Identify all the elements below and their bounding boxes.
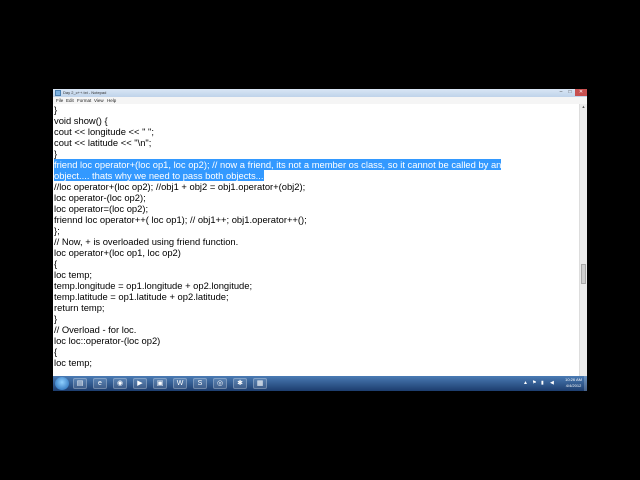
code-line: {: [54, 258, 58, 269]
tray-arrow-icon[interactable]: ▲: [523, 380, 528, 386]
code-line: loc loc::operator-(loc op2): [54, 335, 161, 346]
code-line: friend loc operator+(loc op1, loc op2); …: [54, 159, 502, 170]
skype-icon[interactable]: S: [193, 378, 207, 389]
paint-icon[interactable]: ▦: [253, 378, 267, 389]
tray-flag-icon[interactable]: ⚑: [532, 380, 536, 386]
code-line: {: [54, 346, 58, 357]
code-line: //loc operator+(loc op2); //obj1 + obj2 …: [54, 181, 306, 192]
code-line: loc operator+(loc op1, loc op2): [54, 247, 181, 258]
ie-icon[interactable]: e: [93, 378, 107, 389]
minimize-button[interactable]: –: [557, 89, 565, 96]
code-line: };: [54, 225, 60, 236]
close-button[interactable]: ✕: [575, 89, 587, 96]
selected-text: object.... thats why we need to pass bot…: [54, 170, 264, 181]
code-line: // Overload - for loc.: [54, 324, 137, 335]
code-line: friennd loc operator++( loc op1); // obj…: [54, 214, 307, 225]
code-line: return temp;: [54, 302, 105, 313]
window-title: Day 2_c++.txt - Notepad: [63, 90, 107, 95]
volume-icon[interactable]: ◀: [550, 380, 554, 386]
gear-icon[interactable]: ✱: [233, 378, 247, 389]
scroll-thumb[interactable]: [581, 264, 586, 284]
word-icon[interactable]: W: [173, 378, 187, 389]
show-desktop-button[interactable]: [584, 376, 587, 391]
chrome-icon[interactable]: ◉: [113, 378, 127, 389]
menu-format[interactable]: Format: [77, 98, 91, 103]
maximize-button[interactable]: □: [566, 89, 574, 96]
network-icon[interactable]: ▮: [541, 380, 544, 386]
code-line: cout << latitude << "\n";: [54, 137, 152, 148]
code-line: }: [54, 104, 58, 115]
explorer-icon[interactable]: ▣: [153, 378, 167, 389]
code-line: loc temp;: [54, 357, 93, 368]
system-tray: ▲ ⚑ ▮ ◀ 10:26 AM 4/4/2012: [517, 376, 587, 391]
clock-date: 4/4/2012: [565, 383, 582, 388]
menu-edit[interactable]: Edit: [66, 98, 74, 103]
clock[interactable]: 10:26 AM 4/4/2012: [565, 377, 582, 389]
notepad-icon: [55, 90, 61, 96]
vertical-scrollbar[interactable]: ▲: [579, 104, 587, 376]
media-icon[interactable]: ▶: [133, 378, 147, 389]
code-line: loc operator=(loc op2);: [54, 203, 149, 214]
selected-text: friend loc operator+(loc op1, loc op2); …: [54, 159, 502, 170]
lens-icon[interactable]: ◎: [213, 378, 227, 389]
code-line: loc temp;: [54, 269, 93, 280]
menu-file[interactable]: File: [56, 98, 63, 103]
menu-view[interactable]: View: [94, 98, 104, 103]
start-button[interactable]: [55, 377, 69, 390]
code-line: }: [54, 148, 58, 159]
scroll-up-arrow-icon[interactable]: ▲: [580, 104, 587, 110]
code-line: // Now, + is overloaded using friend fun…: [54, 236, 239, 247]
title-bar[interactable]: Day 2_c++.txt - Notepad – □ ✕: [53, 89, 587, 97]
taskbar: ▤ e ◉ ▶ ▣ W S ◎ ✱ ▦ ▲ ⚑ ▮ ◀ 10:26 AM 4/4/2012: [53, 376, 587, 391]
text-editor[interactable]: } void show() {cout << longitude << " "; c…: [53, 104, 580, 376]
code-line: void show() {: [54, 115, 108, 126]
code-line: loc operator-(loc op2);: [54, 192, 146, 203]
folder-icon[interactable]: ▤: [73, 378, 87, 389]
code-line: cout << longitude << " ";: [54, 126, 154, 137]
menu-help[interactable]: Help: [107, 98, 116, 103]
desktop-screen: Day 2_c++.txt - Notepad – □ ✕ File Edit …: [53, 89, 587, 391]
code-line: temp.latitude = op1.latitude + op2.latit…: [54, 291, 229, 302]
code-line: temp.longitude = op1.longitude + op2.lon…: [54, 280, 253, 291]
code-line: object.... thats why we need to pass bot…: [54, 170, 264, 181]
code-line: }: [54, 313, 58, 324]
